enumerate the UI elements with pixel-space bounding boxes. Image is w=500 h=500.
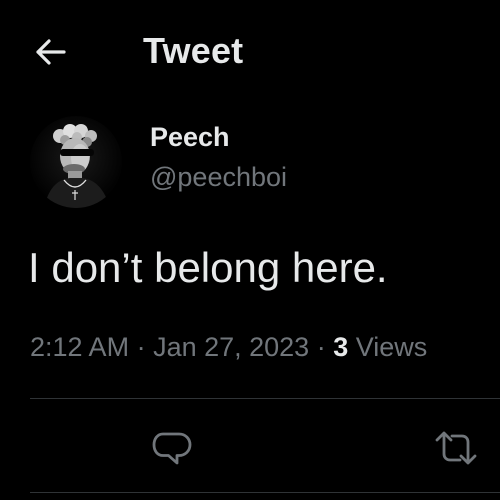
author-handle[interactable]: @peechboi <box>150 160 287 194</box>
reply-bubble-icon <box>152 432 192 465</box>
views-count: 3 <box>333 332 349 362</box>
tweet-actions <box>0 400 500 492</box>
tweet-author: Peech @peechboi <box>30 112 470 212</box>
page-title: Tweet <box>143 30 244 71</box>
tweet-text: I don’t belong here. <box>28 244 388 291</box>
avatar[interactable] <box>30 116 122 208</box>
tweet-date[interactable]: Jan 27, 2023 <box>153 332 309 362</box>
back-button[interactable] <box>30 34 70 70</box>
divider <box>30 492 500 493</box>
profile-photo <box>30 116 122 208</box>
reply-button[interactable] <box>150 426 194 470</box>
tweet-time[interactable]: 2:12 AM <box>30 332 129 362</box>
divider <box>30 398 500 399</box>
meta-separator: · <box>309 332 334 362</box>
tweet-page: Tweet Peech @peechboi I don’t belong her… <box>0 0 500 500</box>
header: Tweet <box>0 0 500 104</box>
author-display-name[interactable]: Peech <box>150 120 230 154</box>
meta-separator: · <box>129 332 154 362</box>
arrow-left-icon <box>36 39 66 65</box>
retweet-button[interactable] <box>434 426 478 470</box>
retweet-icon <box>435 431 477 465</box>
tweet-meta: 2:12 AM · Jan 27, 2023 · 3 Views <box>30 329 427 365</box>
views-label: Views <box>348 332 428 362</box>
